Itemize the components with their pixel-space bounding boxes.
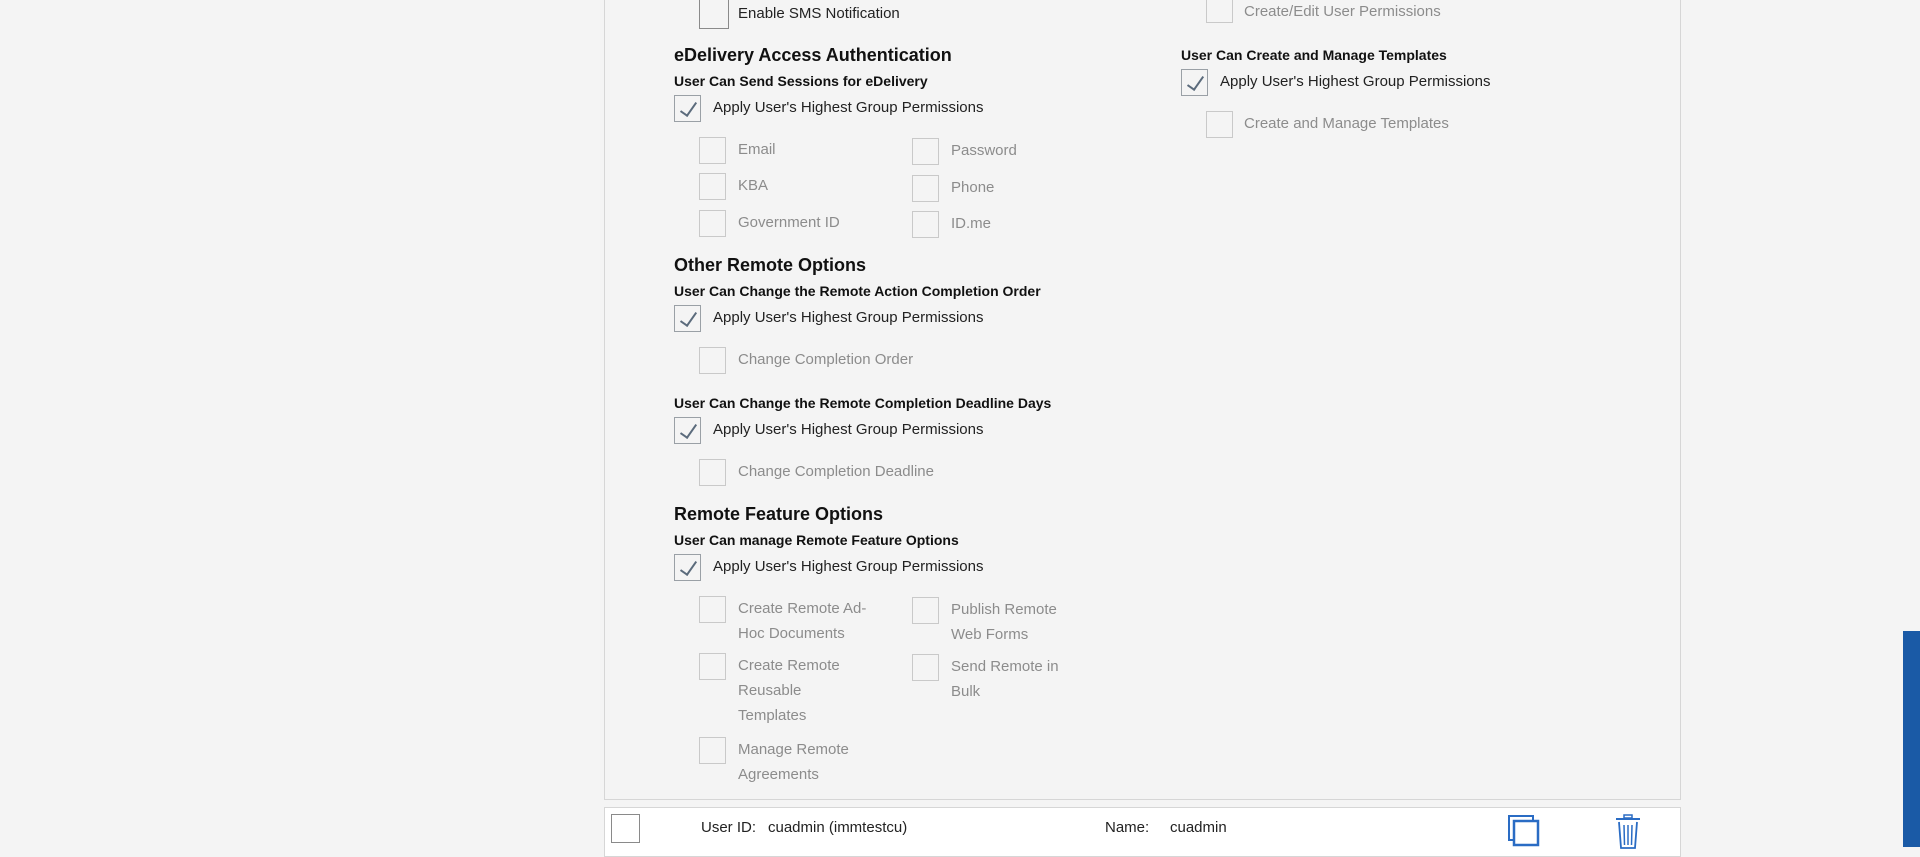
other-remote-section-title: Other Remote Options — [674, 255, 867, 275]
change-completion-deadline-checkbox[interactable] — [699, 459, 726, 486]
manage-agreements-label: Manage Remote Agreements — [738, 741, 849, 783]
edit-user-permissions-label: Create/Edit User Permissions — [1244, 3, 1441, 20]
name-label: Name: — [1105, 819, 1150, 836]
edelivery-section-title: eDelivery Access Authentication — [674, 45, 952, 65]
manage-templates-checkbox[interactable] — [1206, 111, 1233, 138]
edelivery-email-checkbox[interactable] — [699, 137, 726, 164]
user-permissions-panel: Enable SMS Notification Create/Edit User… — [604, 0, 1681, 800]
scrollbar-thumb[interactable] — [1903, 631, 1920, 847]
change-completion-order-label: Change Completion Order — [738, 351, 914, 368]
templates-apply-checkbox[interactable] — [1181, 69, 1208, 96]
remote-feature-apply-checkbox[interactable] — [674, 554, 701, 581]
trash-icon[interactable] — [1614, 814, 1642, 850]
create-adhoc-documents-checkbox[interactable] — [699, 596, 726, 623]
edelivery-password-label: Password — [951, 142, 1017, 159]
user-id-label: User ID: — [701, 819, 757, 836]
manage-templates-label: Create and Manage Templates — [1244, 115, 1449, 132]
user-row: User ID: cuadmin (immtestcu) Name: cuadm… — [604, 807, 1681, 857]
edelivery-password-checkbox[interactable] — [912, 138, 939, 165]
completion-order-apply-label: Apply User's Highest Group Permissions — [713, 309, 984, 326]
create-reusable-templates-label: Create Remote Reusable Templates — [738, 657, 840, 724]
send-in-bulk-label: Send Remote in Bulk — [951, 658, 1059, 700]
publish-web-forms-label: Publish Remote Web Forms — [951, 601, 1057, 643]
create-adhoc-documents-label: Create Remote Ad-Hoc Documents — [738, 600, 867, 642]
change-completion-order-checkbox[interactable] — [699, 347, 726, 374]
edelivery-apply-checkbox[interactable] — [674, 95, 701, 122]
user-id-value: cuadmin (immtestcu) — [768, 819, 908, 836]
name-value: cuadmin — [1170, 819, 1227, 836]
remote-feature-section-title: Remote Feature Options — [674, 504, 884, 524]
completion-order-subtitle: User Can Change the Remote Action Comple… — [674, 283, 1041, 299]
edelivery-kba-checkbox[interactable] — [699, 173, 726, 200]
templates-apply-label: Apply User's Highest Group Permissions — [1220, 73, 1491, 90]
edelivery-kba-label: KBA — [738, 177, 769, 194]
completion-deadline-subtitle: User Can Change the Remote Completion De… — [674, 395, 1052, 411]
edelivery-email-label: Email — [738, 141, 776, 158]
edelivery-idme-label: ID.me — [951, 215, 992, 232]
edelivery-apply-label: Apply User's Highest Group Permissions — [713, 99, 984, 116]
completion-order-apply-checkbox[interactable] — [674, 305, 701, 332]
manage-agreements-checkbox[interactable] — [699, 737, 726, 764]
publish-web-forms-checkbox[interactable] — [912, 597, 939, 624]
edelivery-government-id-label: Government ID — [738, 214, 840, 231]
completion-deadline-apply-label: Apply User's Highest Group Permissions — [713, 421, 984, 438]
change-completion-deadline-label: Change Completion Deadline — [738, 463, 934, 480]
create-reusable-templates-checkbox[interactable] — [699, 653, 726, 680]
copy-icon[interactable] — [1508, 815, 1542, 849]
edit-user-permissions-checkbox[interactable] — [1206, 0, 1233, 23]
sms-notification-label: Enable SMS Notification — [738, 5, 900, 22]
user-row-checkbox[interactable] — [611, 814, 640, 843]
templates-subtitle: User Can Create and Manage Templates — [1181, 47, 1447, 63]
send-in-bulk-checkbox[interactable] — [912, 654, 939, 681]
edelivery-subtitle: User Can Send Sessions for eDelivery — [674, 73, 928, 89]
sms-notification-checkbox[interactable] — [699, 0, 729, 29]
remote-feature-subtitle: User Can manage Remote Feature Options — [674, 532, 959, 548]
completion-deadline-apply-checkbox[interactable] — [674, 417, 701, 444]
edelivery-idme-checkbox[interactable] — [912, 211, 939, 238]
edelivery-phone-checkbox[interactable] — [912, 175, 939, 202]
edelivery-government-id-checkbox[interactable] — [699, 210, 726, 237]
remote-feature-apply-label: Apply User's Highest Group Permissions — [713, 558, 984, 575]
edelivery-phone-label: Phone — [951, 179, 995, 196]
